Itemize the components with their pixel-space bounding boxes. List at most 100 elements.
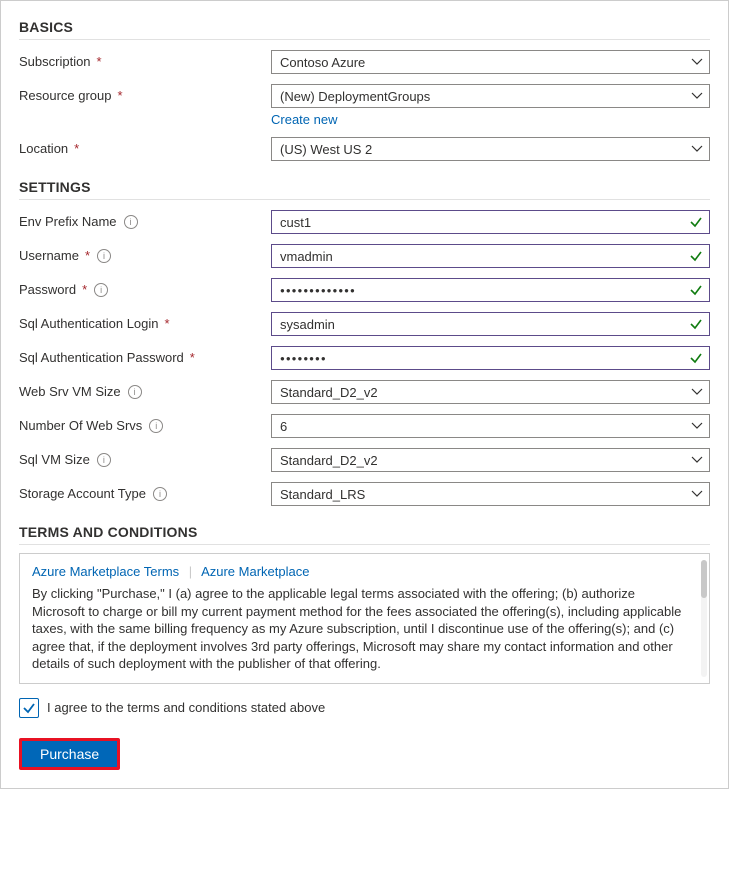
- label-text: Sql Authentication Login: [19, 316, 159, 331]
- terms-tab-marketplace-terms[interactable]: Azure Marketplace Terms: [32, 564, 179, 579]
- label-username: Username * i: [19, 244, 271, 263]
- label-text: Subscription: [19, 54, 91, 69]
- required-marker: *: [118, 88, 123, 103]
- label-text: Web Srv VM Size: [19, 384, 121, 399]
- info-icon[interactable]: i: [149, 419, 163, 433]
- required-marker: *: [190, 350, 195, 365]
- label-subscription: Subscription *: [19, 50, 271, 69]
- terms-body-text: By clicking "Purchase," I (a) agree to t…: [32, 585, 691, 673]
- row-sql-password: Sql Authentication Password * ●●●●●●●●: [19, 346, 710, 370]
- row-env-prefix: Env Prefix Name i cust1: [19, 210, 710, 234]
- username-input[interactable]: vmadmin: [271, 244, 710, 268]
- web-vm-size-select[interactable]: Standard_D2_v2: [271, 380, 710, 404]
- check-icon: [689, 351, 703, 365]
- select-value: Standard_D2_v2: [280, 453, 378, 468]
- info-icon[interactable]: i: [97, 453, 111, 467]
- label-num-web-srvs: Number Of Web Srvs i: [19, 414, 271, 433]
- check-icon: [689, 249, 703, 263]
- create-new-link[interactable]: Create new: [271, 112, 337, 127]
- section-settings: SETTINGS Env Prefix Name i cust1 Usernam…: [19, 179, 710, 506]
- check-icon: [689, 215, 703, 229]
- info-icon[interactable]: i: [97, 249, 111, 263]
- label-text: Env Prefix Name: [19, 214, 117, 229]
- label-location: Location *: [19, 137, 271, 156]
- sql-vm-size-select[interactable]: Standard_D2_v2: [271, 448, 710, 472]
- sql-login-input[interactable]: sysadmin: [271, 312, 710, 336]
- purchase-button[interactable]: Purchase: [22, 741, 117, 767]
- num-web-srvs-select[interactable]: 6: [271, 414, 710, 438]
- check-icon: [689, 283, 703, 297]
- agree-checkbox[interactable]: [19, 698, 39, 718]
- env-prefix-input[interactable]: cust1: [271, 210, 710, 234]
- select-value: (New) DeploymentGroups: [280, 89, 430, 104]
- purchase-button-highlight: Purchase: [19, 738, 120, 770]
- row-sql-login: Sql Authentication Login * sysadmin: [19, 312, 710, 336]
- label-text: Username: [19, 248, 79, 263]
- scrollbar-thumb[interactable]: [701, 560, 707, 598]
- agree-label: I agree to the terms and conditions stat…: [47, 700, 325, 715]
- button-row: Purchase: [19, 738, 710, 770]
- info-icon[interactable]: i: [124, 215, 138, 229]
- terms-box: Azure Marketplace Terms | Azure Marketpl…: [19, 553, 710, 684]
- info-icon[interactable]: i: [94, 283, 108, 297]
- agree-row: I agree to the terms and conditions stat…: [19, 698, 710, 718]
- label-text: Resource group: [19, 88, 112, 103]
- label-sql-password: Sql Authentication Password *: [19, 346, 271, 365]
- chevron-down-icon: [691, 386, 703, 398]
- check-icon: [689, 317, 703, 331]
- select-value: Contoso Azure: [280, 55, 365, 70]
- input-value: sysadmin: [280, 317, 335, 332]
- chevron-down-icon: [691, 90, 703, 102]
- select-value: 6: [280, 419, 287, 434]
- terms-tab-marketplace[interactable]: Azure Marketplace: [201, 564, 309, 579]
- label-text: Number Of Web Srvs: [19, 418, 142, 433]
- chevron-down-icon: [691, 143, 703, 155]
- input-value: ●●●●●●●●●●●●●: [280, 286, 356, 295]
- required-marker: *: [74, 141, 79, 156]
- terms-tabs: Azure Marketplace Terms | Azure Marketpl…: [32, 564, 691, 579]
- resource-group-select[interactable]: (New) DeploymentGroups: [271, 84, 710, 108]
- row-storage-type: Storage Account Type i Standard_LRS: [19, 482, 710, 506]
- label-sql-vm-size: Sql VM Size i: [19, 448, 271, 467]
- select-value: Standard_D2_v2: [280, 385, 378, 400]
- label-password: Password * i: [19, 278, 271, 297]
- label-env-prefix: Env Prefix Name i: [19, 210, 271, 229]
- label-sql-login: Sql Authentication Login *: [19, 312, 271, 331]
- label-text: Location: [19, 141, 68, 156]
- chevron-down-icon: [691, 454, 703, 466]
- tab-separator: |: [189, 564, 192, 579]
- row-sql-vm-size: Sql VM Size i Standard_D2_v2: [19, 448, 710, 472]
- subscription-select[interactable]: Contoso Azure: [271, 50, 710, 74]
- label-text: Sql Authentication Password: [19, 350, 184, 365]
- info-icon[interactable]: i: [128, 385, 142, 399]
- section-header-terms: TERMS AND CONDITIONS: [19, 524, 710, 545]
- required-marker: *: [82, 282, 87, 297]
- label-web-vm-size: Web Srv VM Size i: [19, 380, 271, 399]
- label-resource-group: Resource group *: [19, 84, 271, 103]
- password-input[interactable]: ●●●●●●●●●●●●●: [271, 278, 710, 302]
- row-num-web-srvs: Number Of Web Srvs i 6: [19, 414, 710, 438]
- sql-password-input[interactable]: ●●●●●●●●: [271, 346, 710, 370]
- input-value: vmadmin: [280, 249, 333, 264]
- required-marker: *: [85, 248, 90, 263]
- section-header-basics: BASICS: [19, 19, 710, 40]
- chevron-down-icon: [691, 488, 703, 500]
- row-username: Username * i vmadmin: [19, 244, 710, 268]
- row-web-vm-size: Web Srv VM Size i Standard_D2_v2: [19, 380, 710, 404]
- row-resource-group: Resource group * (New) DeploymentGroups C…: [19, 84, 710, 127]
- required-marker: *: [97, 54, 102, 69]
- info-icon[interactable]: i: [153, 487, 167, 501]
- label-storage-type: Storage Account Type i: [19, 482, 271, 501]
- label-text: Storage Account Type: [19, 486, 146, 501]
- section-terms: TERMS AND CONDITIONS Azure Marketplace T…: [19, 524, 710, 718]
- chevron-down-icon: [691, 56, 703, 68]
- input-value: ●●●●●●●●: [280, 354, 327, 363]
- chevron-down-icon: [691, 420, 703, 432]
- storage-type-select[interactable]: Standard_LRS: [271, 482, 710, 506]
- location-select[interactable]: (US) West US 2: [271, 137, 710, 161]
- required-marker: *: [165, 316, 170, 331]
- label-text: Password: [19, 282, 76, 297]
- select-value: (US) West US 2: [280, 142, 372, 157]
- row-password: Password * i ●●●●●●●●●●●●●: [19, 278, 710, 302]
- label-text: Sql VM Size: [19, 452, 90, 467]
